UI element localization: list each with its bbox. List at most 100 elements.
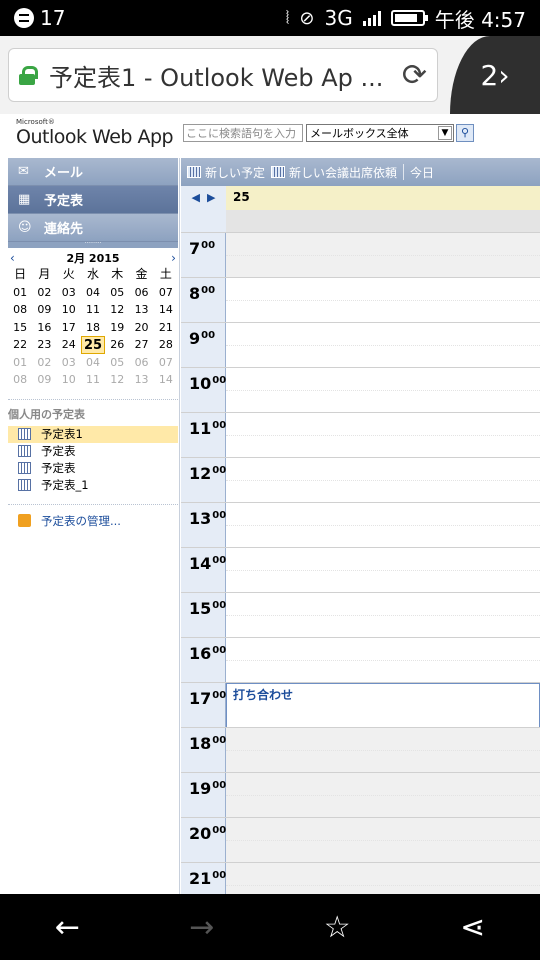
day-cell[interactable]: 09 — [32, 301, 56, 319]
calendar-item[interactable]: 予定表 — [8, 460, 178, 477]
day-cell-next-month[interactable]: 08 — [8, 371, 32, 389]
day-cell[interactable]: 28 — [154, 336, 178, 354]
day-cell[interactable]: 07 — [154, 284, 178, 302]
calendar-item[interactable]: 予定表 — [8, 443, 178, 460]
day-cell-next-month[interactable]: 04 — [81, 354, 105, 372]
address-bar[interactable]: 予定表1 - Outlook Web Ap ... ⟳ — [8, 48, 438, 102]
star-icon[interactable]: ☆ — [324, 910, 351, 945]
hour-row[interactable]: 1600 — [181, 637, 540, 683]
day-cell[interactable]: 17 — [57, 319, 81, 337]
day-cell[interactable]: 01 — [8, 284, 32, 302]
new-appointment-button[interactable]: 新しい予定 — [187, 164, 265, 181]
calendar-icon: ▦ — [18, 191, 31, 207]
day-cell-next-month[interactable]: 09 — [32, 371, 56, 389]
day-cell[interactable]: 04 — [81, 284, 105, 302]
day-cell[interactable]: 14 — [154, 301, 178, 319]
chevron-down-icon: ▼ — [438, 126, 452, 140]
hour-row[interactable]: 1700 打ち合わせ — [181, 682, 540, 728]
day-cell[interactable]: 05 — [105, 284, 129, 302]
day-cell-next-month[interactable]: 14 — [154, 371, 178, 389]
day-cell-next-month[interactable]: 10 — [57, 371, 81, 389]
search-input[interactable]: ここに検索語句を入力 — [183, 124, 303, 142]
day-cell-next-month[interactable]: 11 — [81, 371, 105, 389]
hour-row[interactable]: 1100 — [181, 412, 540, 458]
calendar-item[interactable]: 予定表_1 — [8, 477, 178, 494]
day-nav-arrows[interactable]: ◀ ▶ — [181, 186, 226, 210]
day-cell[interactable]: 23 — [32, 336, 56, 354]
today-label: 今日 — [410, 165, 435, 180]
calendar-icon — [18, 428, 31, 440]
search-scope-select[interactable]: メールボックス全体 ▼ — [306, 124, 454, 142]
hour-row[interactable]: 700 — [181, 232, 540, 278]
today-button[interactable]: 今日 — [410, 164, 434, 181]
next-day-icon[interactable]: ▶ — [207, 191, 215, 204]
day-cell[interactable]: 24 — [57, 336, 81, 354]
day-cell[interactable]: 15 — [8, 319, 32, 337]
day-cell[interactable]: 26 — [105, 336, 129, 354]
hour-row[interactable]: 1500 — [181, 592, 540, 638]
calendar-icon — [187, 166, 201, 178]
day-cell[interactable]: 27 — [129, 336, 153, 354]
hour-row[interactable]: 1900 — [181, 772, 540, 818]
calendar-icon — [18, 479, 31, 491]
day-cell-next-month[interactable]: 13 — [129, 371, 153, 389]
calendar-item[interactable]: 予定表1 — [8, 425, 178, 443]
day-cell[interactable]: 19 — [105, 319, 129, 337]
back-icon[interactable]: ← — [55, 910, 80, 945]
event-block[interactable]: 打ち合わせ — [226, 683, 540, 728]
day-cell[interactable]: 20 — [129, 319, 153, 337]
day-cell[interactable]: 02 — [32, 284, 56, 302]
day-cell-today[interactable]: 25 — [80, 336, 106, 354]
next-month-icon[interactable]: › — [171, 251, 176, 265]
owa-header: Microsoft® Outlook Web App ここに検索語句を入力 メー… — [0, 114, 540, 158]
hour-row[interactable]: 2000 — [181, 817, 540, 863]
reload-icon[interactable]: ⟳ — [402, 58, 427, 93]
day-cell-next-month[interactable]: 02 — [32, 354, 56, 372]
nav-contacts[interactable]: ☺ 連絡先 — [8, 214, 178, 242]
hour-label: 2000 — [181, 818, 226, 863]
tabs-button[interactable]: 2 › — [450, 36, 540, 114]
forward-icon[interactable]: → — [189, 910, 214, 945]
day-cell[interactable]: 16 — [32, 319, 56, 337]
nav-mail[interactable]: ✉ メール — [8, 158, 178, 186]
new-meeting-button[interactable]: 新しい会議出席依頼 — [271, 164, 397, 181]
hour-row[interactable]: 1800 — [181, 727, 540, 773]
resize-grip[interactable]: ········· — [8, 241, 178, 248]
day-cell[interactable]: 22 — [8, 336, 32, 354]
day-cell-next-month[interactable]: 03 — [57, 354, 81, 372]
day-cell[interactable]: 13 — [129, 301, 153, 319]
day-cell[interactable]: 03 — [57, 284, 81, 302]
owa-logo: Microsoft® Outlook Web App — [16, 118, 174, 148]
manage-calendars-link[interactable]: 予定表の管理... — [18, 513, 179, 529]
battery-icon — [390, 10, 428, 26]
share-icon[interactable]: ⋖ — [460, 910, 485, 945]
browser-toolbar: 予定表1 - Outlook Web Ap ... ⟳ 2 › — [0, 36, 540, 114]
nav-calendar[interactable]: ▦ 予定表 — [8, 186, 178, 214]
day-cell-next-month[interactable]: 05 — [105, 354, 129, 372]
day-cell[interactable]: 18 — [81, 319, 105, 337]
hour-row[interactable]: 1300 — [181, 502, 540, 548]
day-cell[interactable]: 11 — [81, 301, 105, 319]
hour-row[interactable]: 1200 — [181, 457, 540, 503]
day-cell[interactable]: 06 — [129, 284, 153, 302]
meeting-icon — [271, 166, 286, 178]
day-cell-next-month[interactable]: 12 — [105, 371, 129, 389]
day-cell[interactable]: 10 — [57, 301, 81, 319]
day-cell[interactable]: 08 — [8, 301, 32, 319]
divider — [8, 503, 178, 505]
day-cell-next-month[interactable]: 01 — [8, 354, 32, 372]
day-cell-next-month[interactable]: 06 — [129, 354, 153, 372]
hour-row[interactable]: 800 — [181, 277, 540, 323]
prev-month-icon[interactable]: ‹ — [10, 251, 15, 265]
hour-row[interactable]: 2100 — [181, 862, 540, 894]
day-cell-next-month[interactable]: 07 — [154, 354, 178, 372]
all-day-row[interactable] — [181, 210, 540, 232]
search-button[interactable]: ⚲ — [456, 124, 474, 142]
calendar-grid: 日 月 火 水 木 金 土 01 02 03 04 05 06 07 08 09… — [8, 266, 178, 389]
hour-row[interactable]: 1400 — [181, 547, 540, 593]
hour-row[interactable]: 1000 — [181, 367, 540, 413]
day-cell[interactable]: 12 — [105, 301, 129, 319]
day-cell[interactable]: 21 — [154, 319, 178, 337]
hour-row[interactable]: 900 — [181, 322, 540, 368]
prev-day-icon[interactable]: ◀ — [192, 191, 200, 204]
